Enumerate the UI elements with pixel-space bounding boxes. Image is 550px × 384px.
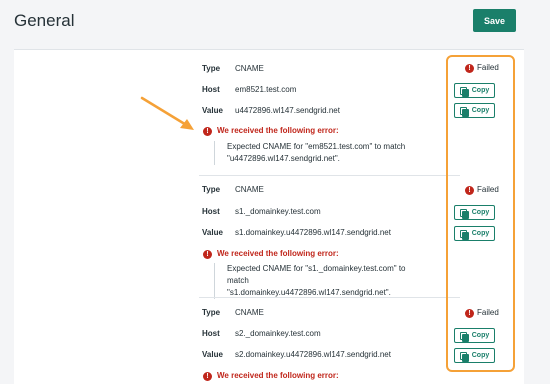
page-title: General [14, 11, 75, 30]
error-title-text: We received the following error: [217, 126, 339, 135]
error-message-line: Expected CNAME for "s1._domainkey.test.c… [227, 264, 406, 285]
error-message: Expected CNAME for "em8521.test.com" to … [214, 141, 424, 165]
host-value: s1._domainkey.test.com [235, 207, 321, 216]
host-value: em8521.test.com [235, 85, 297, 94]
annotation-arrow [140, 96, 194, 130]
divider [199, 175, 460, 176]
value-row: Value s1.domainkey.u4472896.wl147.sendgr… [202, 228, 391, 238]
value-value: s2.domainkey.u4472896.wl147.sendgrid.net [235, 350, 391, 359]
error-message-line: "u4472896.wl147.sendgrid.net". [227, 154, 340, 163]
type-label: Type [202, 308, 221, 317]
error-title-text: We received the following error: [217, 249, 339, 258]
error-icon: ! [203, 371, 212, 381]
type-value: CNAME [235, 64, 264, 73]
type-row: Type CNAME [202, 308, 264, 318]
value-label: Value [202, 350, 223, 359]
host-row: Host em8521.test.com [202, 85, 296, 95]
host-value: s2._domainkey.test.com [235, 329, 321, 338]
type-value: CNAME [235, 185, 264, 194]
error-message: Expected CNAME for "s1._domainkey.test.c… [214, 263, 424, 299]
save-button[interactable]: Save [473, 9, 516, 32]
host-label: Host [202, 85, 220, 94]
error-icon: ! [203, 249, 212, 259]
error-icon: ! [203, 126, 212, 136]
host-label: Host [202, 329, 220, 338]
host-row: Host s1._domainkey.test.com [202, 207, 321, 217]
type-label: Type [202, 185, 221, 194]
error-title: ! We received the following error: [203, 371, 339, 381]
error-message-line: Expected CNAME for "em8521.test.com" to … [227, 142, 406, 151]
host-label: Host [202, 207, 220, 216]
value-label: Value [202, 228, 223, 237]
value-row: Value u4472896.wl147.sendgrid.net [202, 106, 340, 116]
error-title: ! We received the following error: [203, 126, 339, 136]
value-row: Value s2.domainkey.u4472896.wl147.sendgr… [202, 350, 391, 360]
highlight-box [446, 55, 515, 372]
type-row: Type CNAME [202, 185, 264, 195]
value-value: u4472896.wl147.sendgrid.net [235, 106, 340, 115]
type-value: CNAME [235, 308, 264, 317]
type-row: Type CNAME [202, 64, 264, 74]
divider [199, 297, 460, 298]
value-value: s1.domainkey.u4472896.wl147.sendgrid.net [235, 228, 391, 237]
error-title: ! We received the following error: [203, 249, 339, 259]
value-label: Value [202, 106, 223, 115]
host-row: Host s2._domainkey.test.com [202, 329, 321, 339]
type-label: Type [202, 64, 221, 73]
error-title-text: We received the following error: [217, 371, 339, 380]
